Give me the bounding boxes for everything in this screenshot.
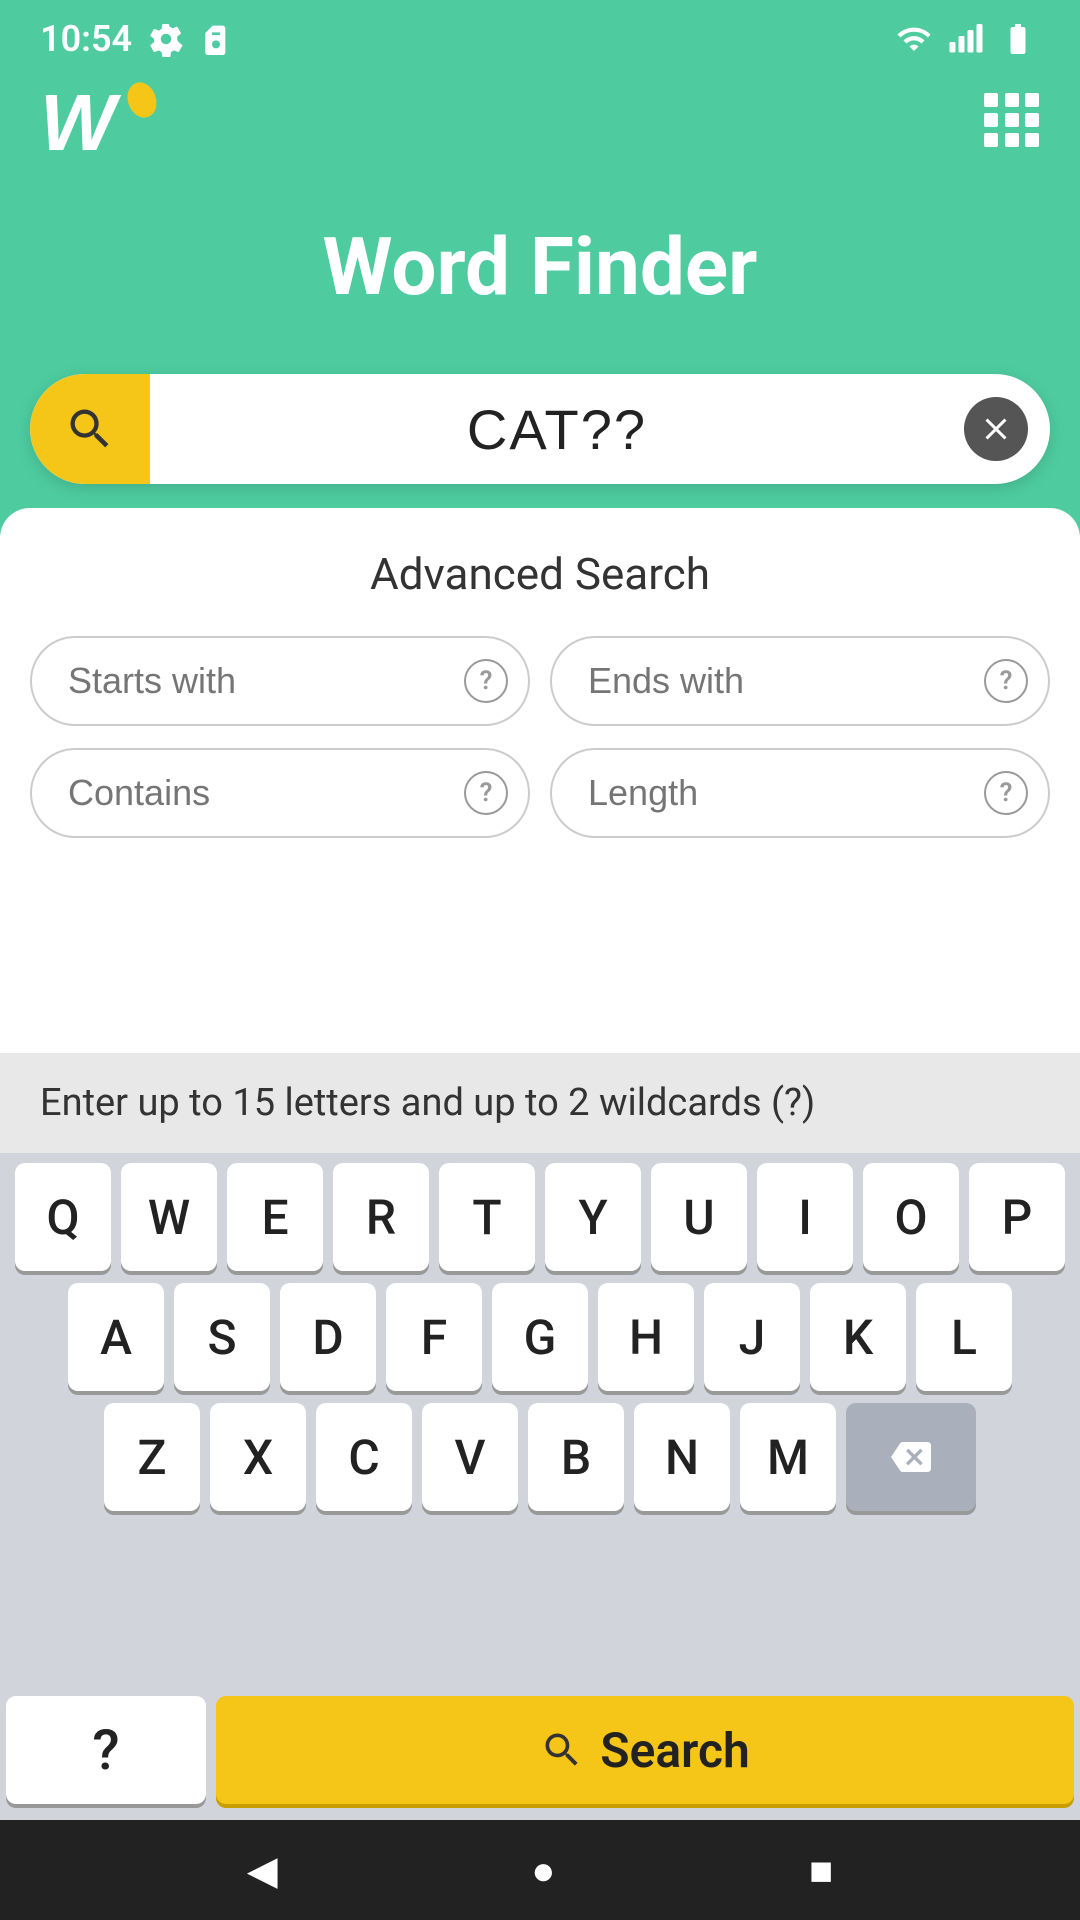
search-bar-container [0,374,1080,484]
keyboard: Q W E R T Y U I O P A S D F G H J K L Z … [0,1153,1080,1696]
starts-with-container: ? [30,636,530,726]
status-left: 10:54 [40,18,232,60]
wifi-icon [892,21,936,57]
advanced-search-title: Advanced Search [30,548,1050,600]
hint-text: Enter up to 15 letters and up to 2 wildc… [40,1081,815,1125]
status-bar: 10:54 [0,0,1080,70]
search-button-icon [540,1728,584,1772]
nav-recent-button[interactable]: ■ [809,1847,833,1894]
keyboard-row-1: Q W E R T Y U I O P [6,1163,1074,1271]
grid-dot [1005,113,1019,127]
status-right [892,21,1040,57]
key-p[interactable]: P [969,1163,1065,1271]
length-help-icon[interactable]: ? [984,771,1028,815]
backspace-icon [885,1437,937,1477]
ends-with-container: ? [550,636,1050,726]
contains-help-icon[interactable]: ? [464,771,508,815]
length-input[interactable] [550,748,1050,838]
status-time: 10:54 [40,18,132,60]
search-bar [30,374,1050,484]
search-icon [64,403,116,455]
grid-menu-icon[interactable] [984,93,1040,147]
search-button[interactable]: Search [216,1696,1074,1804]
key-s[interactable]: S [174,1283,270,1391]
search-input[interactable] [150,397,964,462]
grid-dot [1025,133,1039,147]
keyboard-row-2: A S D F G H J K L [6,1283,1074,1391]
key-v[interactable]: V [422,1403,518,1511]
svg-text:W: W [40,80,122,160]
hint-bar: Enter up to 15 letters and up to 2 wildc… [0,1053,1080,1153]
top-bar: W [0,70,1080,180]
keyboard-bottom-row: ? Search [0,1696,1080,1820]
key-r[interactable]: R [333,1163,429,1271]
key-o[interactable]: O [863,1163,959,1271]
key-b[interactable]: B [528,1403,624,1511]
key-f[interactable]: F [386,1283,482,1391]
key-m[interactable]: M [740,1403,836,1511]
key-c[interactable]: C [316,1403,412,1511]
contains-input[interactable] [30,748,530,838]
key-a[interactable]: A [68,1283,164,1391]
grid-dot [1025,113,1039,127]
filter-row-2: ? ? [30,748,1050,838]
key-h[interactable]: H [598,1283,694,1391]
filter-row-1: ? ? [30,636,1050,726]
sim-icon [200,21,232,57]
length-container: ? [550,748,1050,838]
clear-button[interactable] [964,397,1028,461]
app-title: Word Finder [0,180,1080,374]
wildcard-key[interactable]: ? [6,1696,206,1804]
key-j[interactable]: J [704,1283,800,1391]
nav-back-button[interactable]: ◀ [247,1847,278,1894]
ends-with-help-icon[interactable]: ? [984,659,1028,703]
keyboard-row-3: Z X C V B N M [6,1403,1074,1511]
grid-dot [1005,133,1019,147]
nav-home-button[interactable]: ● [531,1847,555,1894]
contains-container: ? [30,748,530,838]
key-n[interactable]: N [634,1403,730,1511]
advanced-search-panel: Advanced Search ? ? ? ? [0,508,1080,1053]
key-x[interactable]: X [210,1403,306,1511]
search-button-label: Search [600,1722,750,1779]
key-z[interactable]: Z [104,1403,200,1511]
key-w[interactable]: W [121,1163,217,1271]
key-g[interactable]: G [492,1283,588,1391]
key-y[interactable]: Y [545,1163,641,1271]
signal-icon [948,21,984,57]
key-q[interactable]: Q [15,1163,111,1271]
grid-dot [984,93,998,107]
battery-icon [996,21,1040,57]
key-u[interactable]: U [651,1163,747,1271]
app-logo: W [40,80,160,160]
grid-dot [984,113,998,127]
key-e[interactable]: E [227,1163,323,1271]
grid-dot [984,133,998,147]
starts-with-input[interactable] [30,636,530,726]
nav-bar: ◀ ● ■ [0,1820,1080,1920]
grid-dot [1025,93,1039,107]
settings-icon [148,21,184,57]
grid-dot [1005,93,1019,107]
ends-with-input[interactable] [550,636,1050,726]
key-t[interactable]: T [439,1163,535,1271]
search-icon-button[interactable] [30,374,150,484]
logo: W [40,80,160,160]
key-l[interactable]: L [916,1283,1012,1391]
close-icon [978,411,1014,447]
key-k[interactable]: K [810,1283,906,1391]
key-i[interactable]: I [757,1163,853,1271]
key-d[interactable]: D [280,1283,376,1391]
backspace-key[interactable] [846,1403,976,1511]
starts-with-help-icon[interactable]: ? [464,659,508,703]
